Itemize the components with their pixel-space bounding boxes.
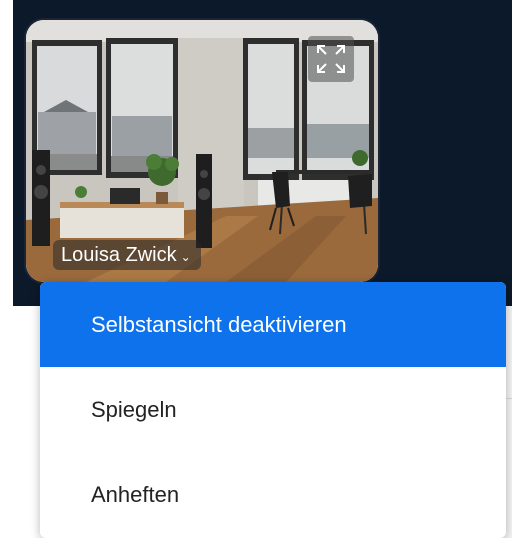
fullscreen-button[interactable] [308, 36, 354, 82]
self-video-tile[interactable]: Louisa Zwick ⌄ [26, 20, 378, 282]
menu-item-label: Anheften [91, 481, 180, 507]
expand-icon [317, 45, 345, 73]
menu-item-hide-self-view[interactable]: Selbstansicht deaktivieren [40, 282, 506, 367]
chevron-down-icon: ⌄ [180, 250, 191, 264]
menu-item-pin[interactable]: Anheften [40, 452, 506, 537]
menu-item-label: Selbstansicht deaktivieren [91, 311, 347, 337]
participant-name-dropdown[interactable]: Louisa Zwick ⌄ [53, 240, 201, 270]
video-context-menu: Selbstansicht deaktivieren Spiegeln Anhe… [40, 282, 506, 538]
menu-item-label: Spiegeln [91, 396, 177, 422]
menu-item-mirror[interactable]: Spiegeln [40, 367, 506, 452]
participant-name: Louisa Zwick [61, 244, 177, 266]
